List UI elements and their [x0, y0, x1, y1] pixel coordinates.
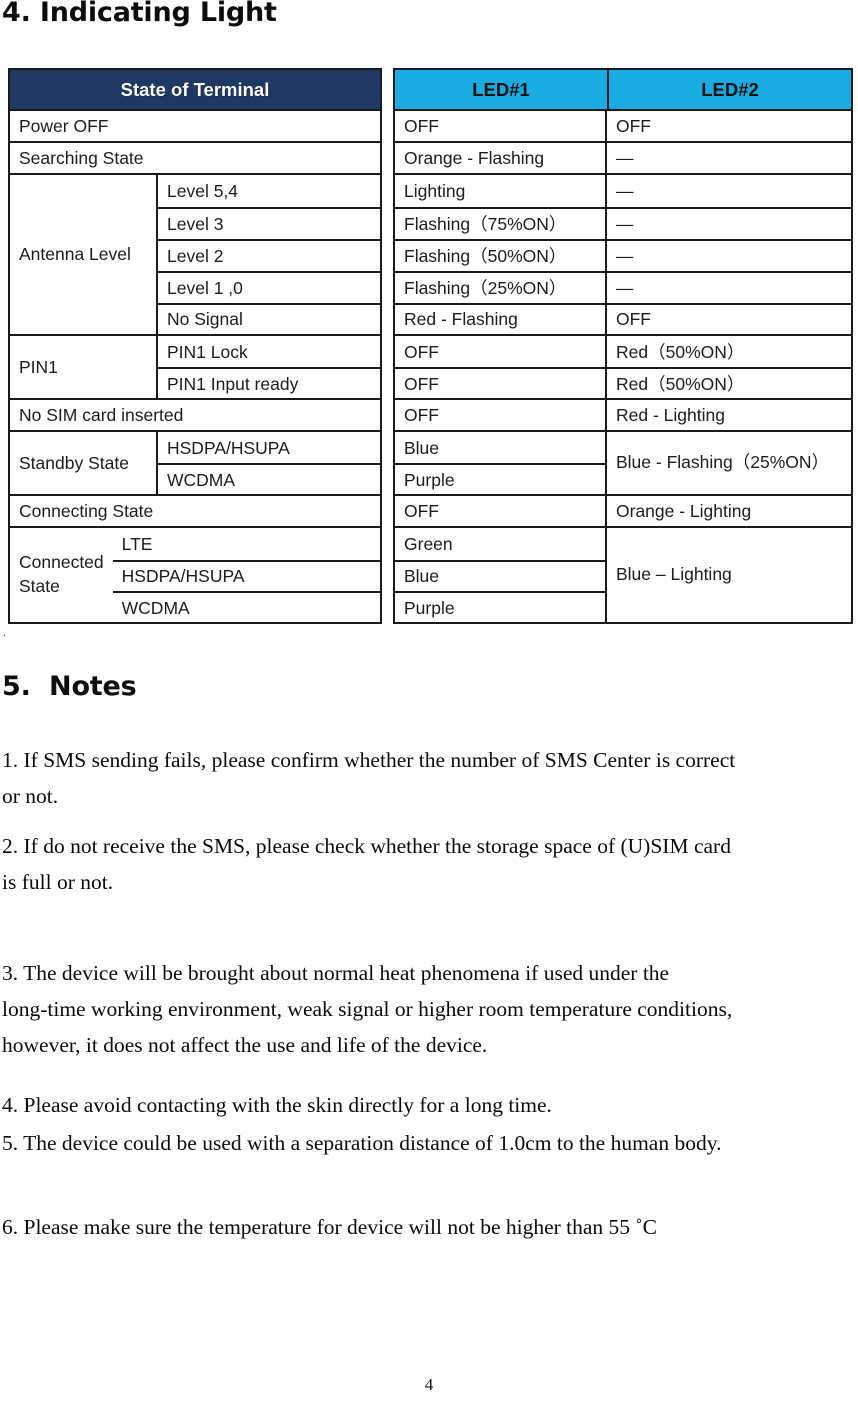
- cell-sub-state: LTE: [121, 533, 153, 554]
- table-left-body: Power OFF Searching State Antenna Level …: [10, 109, 380, 622]
- cell-led2: —: [616, 245, 634, 266]
- sub-rows-pin1: PIN1 Lock PIN1 Input ready: [158, 336, 380, 398]
- table-row: Searching State: [10, 141, 380, 173]
- table-row: No SIM card inserted: [10, 398, 380, 430]
- table-header-row-right: LED#1 LED#2: [395, 70, 851, 109]
- table-row-group-connected-state: Connected State LTE HSDPA/HSUPA WCDMA: [10, 526, 380, 622]
- page-number: 4: [424, 1375, 434, 1394]
- cell-state-group: PIN1: [10, 336, 158, 398]
- page-title-indicating-light: 4. Indicating Light: [2, 0, 277, 28]
- cell-sub-state: PIN1 Lock: [167, 341, 248, 362]
- column-header-led1: LED#1: [395, 70, 609, 109]
- cell-led1: Green: [404, 533, 453, 554]
- note-item: 4. Please avoid contacting with the skin…: [2, 1093, 552, 1117]
- cell-sub-state: Level 1 ,0: [167, 277, 243, 298]
- cell-led2: Orange - Lighting: [616, 500, 752, 521]
- table-row-group-standby-state: Standby State HSDPA/HSUPA WCDMA: [10, 430, 380, 494]
- cell-led1: Flashing（75%ON）: [404, 213, 567, 234]
- led2-sub-rows: Red（50%ON） Red（50%ON）: [607, 336, 851, 398]
- cell-state-group: Searching State: [19, 147, 144, 168]
- note-item: 2. If do not receive the SMS, please che…: [2, 834, 731, 894]
- cell-state-group: Power OFF: [19, 115, 109, 136]
- table-left-half: State of Terminal Power OFF Searching St…: [8, 68, 382, 624]
- cell-state-group: Antenna Level: [10, 175, 158, 334]
- cell-led1: OFF: [395, 496, 607, 526]
- cell-state-group: Standby State: [10, 432, 158, 494]
- cell-state-group: Connecting State: [19, 500, 154, 521]
- cell-led2: Red - Lighting: [616, 404, 725, 425]
- table-row: OFF Red - Lighting: [395, 398, 851, 430]
- cell-led1: OFF: [395, 111, 607, 141]
- cell-led2-merged: Blue - Flashing（25%ON）: [616, 452, 829, 473]
- cell-led2: OFF: [616, 309, 651, 330]
- cell-led1: Flashing（25%ON）: [404, 277, 567, 298]
- led1-sub-rows: OFF OFF: [395, 336, 607, 398]
- cell-sub-state: WCDMA: [121, 597, 190, 618]
- cell-led1: Blue: [404, 566, 440, 587]
- note-item: 6. Please make sure the temperature for …: [2, 1215, 657, 1239]
- led1-sub-rows: Green Blue Purple: [395, 528, 607, 622]
- sub-rows-connected-state: LTE HSDPA/HSUPA WCDMA: [112, 528, 380, 622]
- cell-state-group: No SIM card inserted: [19, 404, 184, 425]
- cell-led2: Red（50%ON）: [616, 341, 745, 362]
- table-right-half: LED#1 LED#2 OFF OFF Orange - Flashing — …: [393, 68, 853, 624]
- led1-sub-rows: Lighting Flashing（75%ON） Flashing（50%ON）…: [395, 175, 607, 334]
- cell-led2: Red（50%ON）: [616, 373, 745, 394]
- cell-sub-state: Level 5,4: [167, 180, 239, 201]
- table-row: Orange - Flashing —: [395, 141, 851, 173]
- table-row-group-standby-state: Blue Purple Blue - Flashing（25%ON）: [395, 430, 851, 494]
- sub-rows-standby-state: HSDPA/HSUPA WCDMA: [158, 432, 380, 494]
- table-right-body: OFF OFF Orange - Flashing — Lighting Fla…: [395, 109, 851, 622]
- cell-led1: OFF: [404, 341, 439, 362]
- cell-led2: —: [616, 277, 634, 298]
- indicating-light-table: State of Terminal Power OFF Searching St…: [8, 68, 853, 624]
- cell-led1: OFF: [404, 373, 439, 394]
- page-title-notes: 5. Notes: [2, 671, 137, 702]
- led2-sub-rows: — — — — OFF: [607, 175, 851, 334]
- cell-led2: —: [616, 213, 634, 234]
- cell-led2: —: [616, 147, 634, 168]
- sub-rows-antenna-level: Level 5,4 Level 3 Level 2 Level 1 ,0 No …: [158, 175, 380, 334]
- cell-led1: Purple: [404, 597, 455, 618]
- table-row-group-antenna-level: Antenna Level Level 5,4 Level 3 Level 2 …: [10, 173, 380, 334]
- note-item: 5. The device could be used with a separ…: [2, 1131, 722, 1155]
- cell-led1: Orange - Flashing: [395, 143, 607, 173]
- cell-state-group: Connected State: [19, 552, 104, 596]
- cell-sub-state: Level 3: [167, 213, 224, 234]
- cell-led1: Red - Flashing: [404, 309, 518, 330]
- cell-led2-merged: Blue – Lighting: [616, 564, 732, 585]
- table-row-group-connected-state: Green Blue Purple Blue – Lighting: [395, 526, 851, 622]
- cell-sub-state: Level 2: [167, 245, 224, 266]
- table-row: OFF Orange - Lighting: [395, 494, 851, 526]
- table-column-gap: [382, 68, 393, 624]
- note-item: 3. The device will be brought about norm…: [2, 961, 733, 1057]
- cell-led1: Flashing（50%ON）: [404, 245, 567, 266]
- table-row-group-pin1: PIN1 PIN1 Lock PIN1 Input ready: [10, 334, 380, 398]
- note-item: 1. If SMS sending fails, please confirm …: [2, 748, 736, 808]
- cell-led1: Lighting: [404, 180, 466, 201]
- cell-sub-state: HSDPA/HSUPA: [167, 437, 290, 458]
- table-header-row-left: State of Terminal: [10, 70, 380, 109]
- cell-led2: OFF: [616, 115, 651, 136]
- cell-led1: OFF: [395, 400, 607, 430]
- cell-led1: Blue: [404, 437, 440, 458]
- led1-sub-rows: Blue Purple: [395, 432, 607, 494]
- table-row: Connecting State: [10, 494, 380, 526]
- cell-sub-state: WCDMA: [167, 469, 236, 490]
- table-row: OFF OFF: [395, 109, 851, 141]
- table-row-group-pin1: OFF OFF Red（50%ON） Red（50%ON）: [395, 334, 851, 398]
- cell-led1: Purple: [404, 469, 455, 490]
- cell-led2: —: [616, 180, 634, 201]
- column-header-led2: LED#2: [609, 70, 851, 109]
- cell-sub-state: HSDPA/HSUPA: [121, 566, 245, 587]
- stray-mark: .: [3, 627, 7, 639]
- table-row: Power OFF: [10, 109, 380, 141]
- table-row-group-antenna-level: Lighting Flashing（75%ON） Flashing（50%ON）…: [395, 173, 851, 334]
- cell-sub-state: PIN1 Input ready: [167, 373, 299, 394]
- cell-sub-state: No Signal: [167, 309, 243, 330]
- column-header-state-of-terminal: State of Terminal: [10, 70, 380, 109]
